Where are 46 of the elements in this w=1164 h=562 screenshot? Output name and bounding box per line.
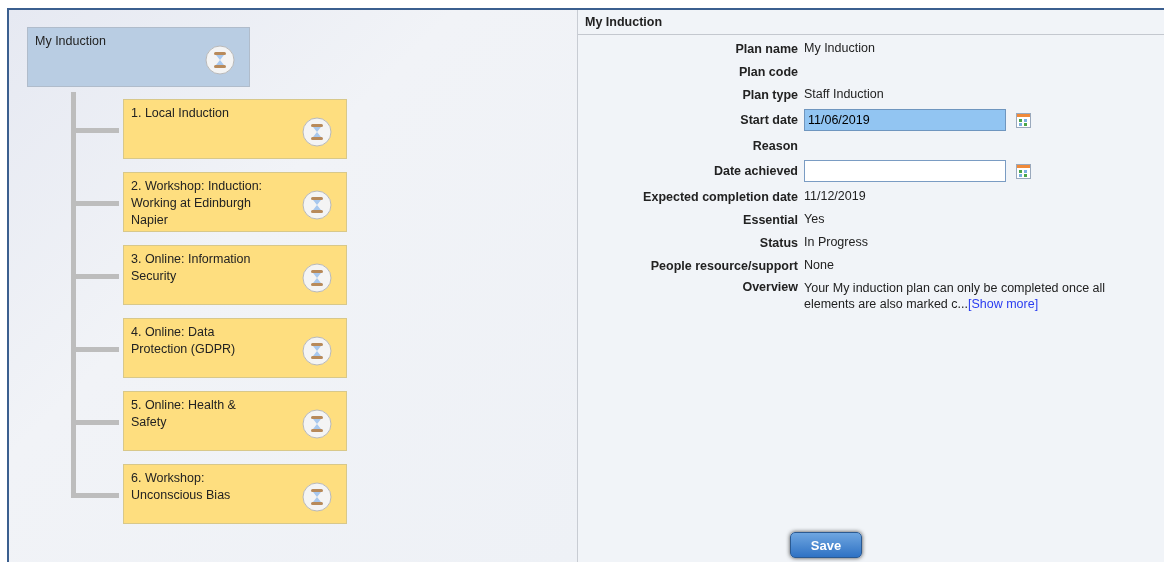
tree-node[interactable]: 1. Local Induction	[123, 99, 347, 159]
hourglass-icon	[302, 336, 332, 366]
hourglass-icon	[302, 409, 332, 439]
tree-node[interactable]: My Induction	[27, 27, 250, 87]
calendar-icon[interactable]	[1016, 112, 1031, 128]
node-title: 2. Workshop: Induction: Working at Edinburgh Napier	[131, 178, 263, 229]
node-title: 6. Workshop: Unconscious Bias	[131, 470, 232, 504]
calendar-icon[interactable]	[1016, 163, 1031, 179]
tree-node[interactable]: 3. Online: Information Security	[123, 245, 347, 305]
node-title: 5. Online: Health & Safety	[131, 397, 237, 431]
field-label: Plan name	[735, 41, 798, 56]
save-button[interactable]: Save	[790, 532, 862, 558]
node-title: My Induction	[35, 33, 106, 50]
overview-text: Your My induction plan can only be completed once all elements are also marked c...[Show more]	[804, 280, 1107, 312]
show-more-link[interactable]: [Show more]	[967, 297, 1039, 311]
field-label: Plan type	[742, 87, 798, 102]
field-value: My Induction	[804, 40, 876, 57]
field-value: 11/12/2019	[804, 188, 867, 205]
node-title: 1. Local Induction	[131, 105, 229, 122]
date-field[interactable]: 11/06/2019	[804, 109, 1006, 131]
date-field[interactable]	[804, 160, 1006, 182]
field-label: Plan code	[738, 64, 798, 79]
field-value: In Progress	[804, 234, 869, 251]
field-label: Date achieved	[713, 164, 798, 178]
field-label: Expected completion date	[643, 189, 798, 204]
panel-title: My Induction	[578, 10, 1164, 35]
field-label: Reason	[752, 138, 798, 153]
field-value: Staff Induction	[804, 86, 885, 103]
field-label: Essential	[743, 212, 798, 227]
field-value: None	[804, 257, 835, 274]
tree-node[interactable]: 2. Workshop: Induction: Working at Edinburgh Napier	[123, 172, 347, 232]
tree-node[interactable]: 4. Online: Data Protection (GDPR)	[123, 318, 347, 378]
field-label: Overview	[742, 280, 798, 294]
field-label: Status	[759, 235, 798, 250]
field-label: People resource/support	[650, 258, 798, 273]
hourglass-icon	[302, 117, 332, 147]
node-title: 4. Online: Data Protection (GDPR)	[131, 324, 237, 358]
tree-node[interactable]: 6. Workshop: Unconscious Bias	[123, 464, 347, 524]
hourglass-icon	[302, 263, 332, 293]
field-label: Start date	[740, 113, 798, 127]
node-title: 3. Online: Information Security	[131, 251, 252, 285]
tree-node[interactable]: 5. Online: Health & Safety	[123, 391, 347, 451]
hourglass-icon	[205, 45, 235, 75]
hourglass-icon	[302, 190, 332, 220]
hourglass-icon	[302, 482, 332, 512]
field-value: Yes	[804, 211, 826, 228]
